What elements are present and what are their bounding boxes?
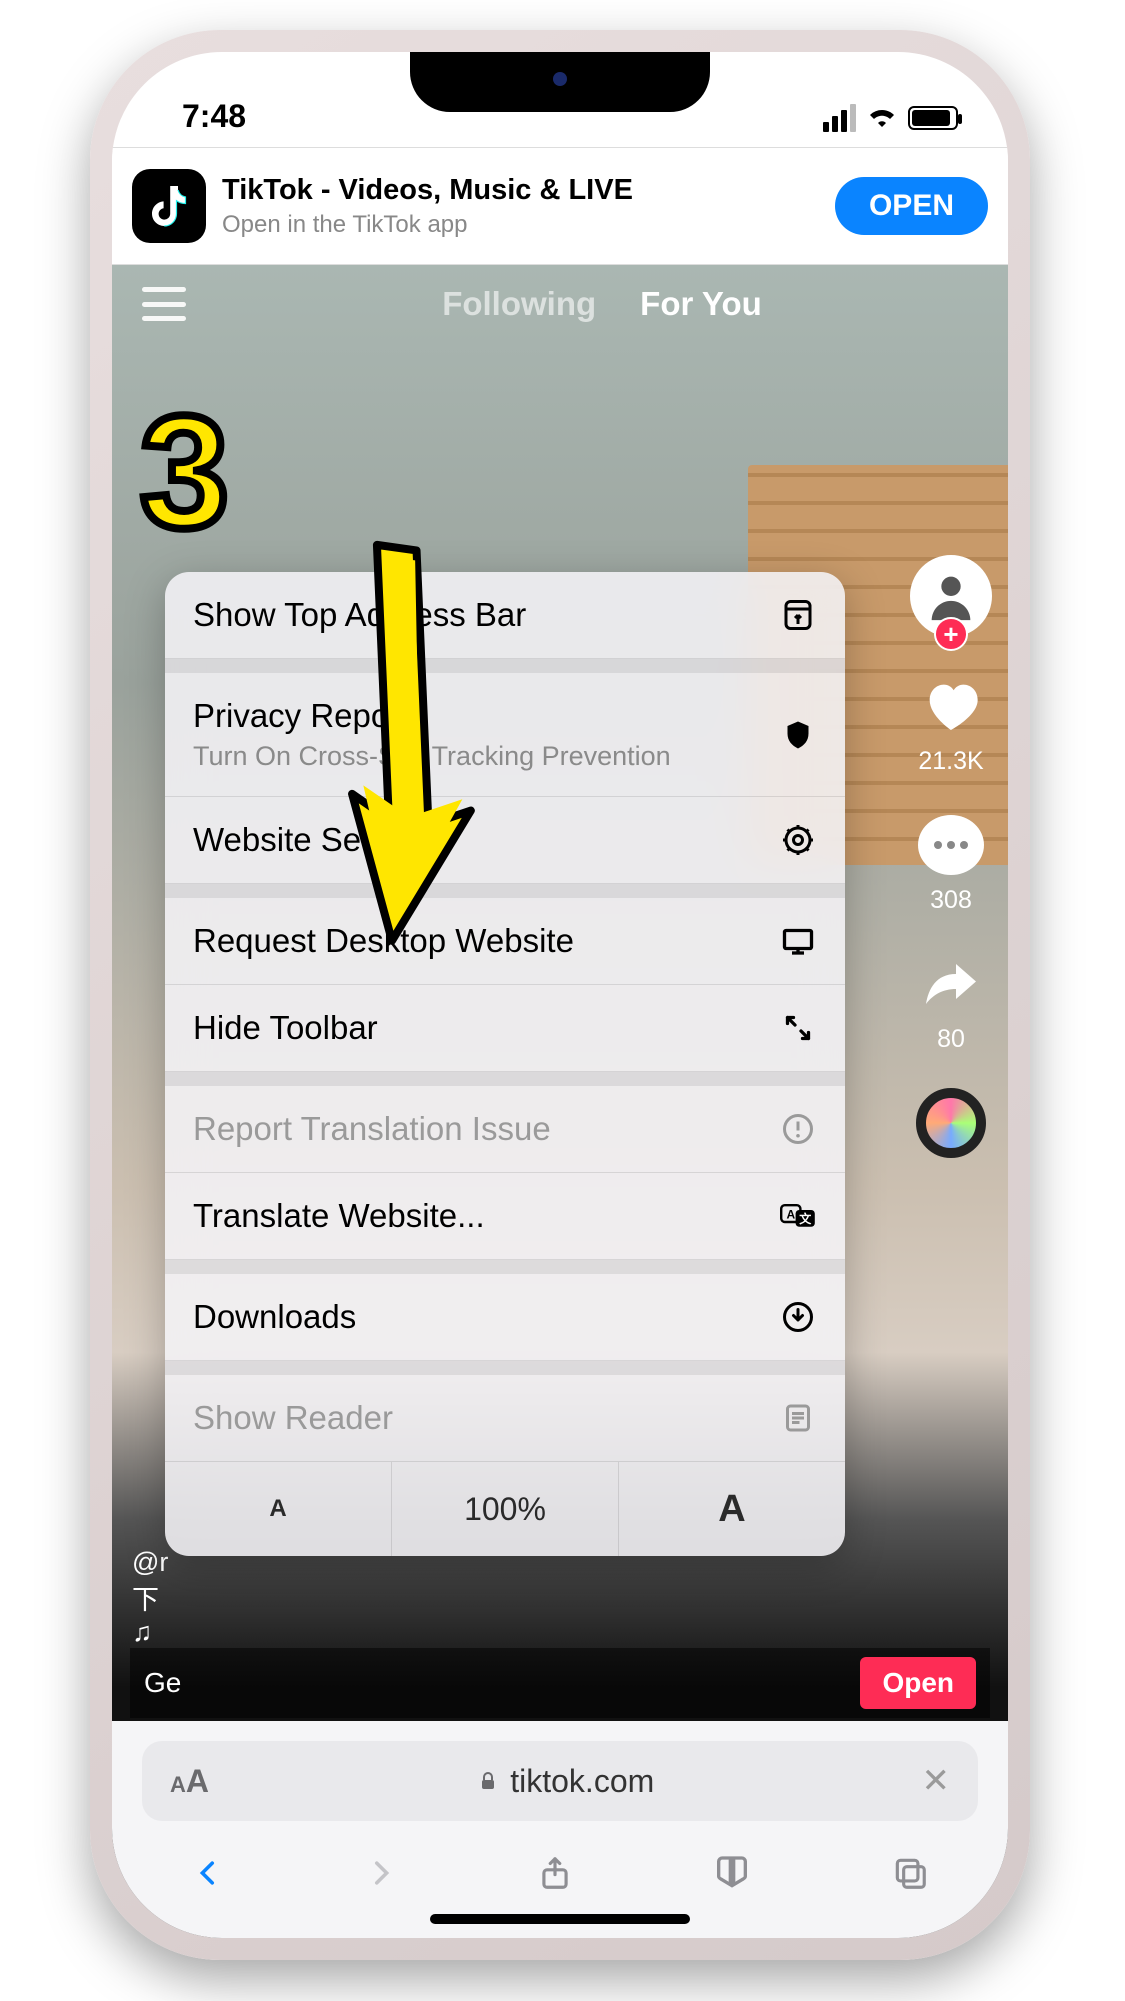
battery-icon (908, 106, 958, 130)
url-display: tiktok.com (476, 1763, 654, 1800)
sound-disc[interactable] (916, 1088, 986, 1158)
address-bar[interactable]: AA tiktok.com ✕ (142, 1741, 978, 1821)
svg-text:文: 文 (799, 1211, 812, 1226)
menu-privacy-report[interactable]: Privacy Report Turn On Cross-Site Tracki… (165, 673, 845, 797)
step-number-annotation: 3 (140, 380, 229, 564)
desktop-icon (779, 922, 817, 960)
zoom-controls: A 100% A (165, 1462, 845, 1556)
url-domain: tiktok.com (510, 1763, 654, 1800)
app-subtitle: Open in the TikTok app (222, 211, 819, 239)
gear-icon (779, 821, 817, 859)
safari-page-menu: Show Top Address Bar Privacy Report Turn… (165, 572, 845, 1556)
menu-label: Hide Toolbar (193, 1009, 378, 1047)
open-tiktok-button[interactable]: Open (860, 1657, 976, 1709)
shield-icon (779, 716, 817, 754)
menu-website-settings[interactable]: Website Settings (165, 797, 845, 884)
menu-label: Downloads (193, 1298, 356, 1336)
share-button-toolbar[interactable] (536, 1854, 574, 1897)
menu-translate[interactable]: Translate Website... A文 (165, 1173, 845, 1260)
get-app-banner: Ge Open (130, 1648, 990, 1718)
share-button[interactable]: 80 (916, 949, 986, 1054)
follow-plus-icon[interactable]: + (934, 617, 968, 651)
like-button[interactable]: 21.3K (916, 671, 986, 776)
home-indicator[interactable] (430, 1914, 690, 1924)
aa-button[interactable]: AA (170, 1763, 209, 1800)
cellular-icon (823, 104, 856, 132)
zoom-in-button[interactable]: A (619, 1462, 845, 1556)
like-count: 21.3K (918, 747, 983, 776)
app-info: TikTok - Videos, Music & LIVE Open in th… (222, 174, 819, 239)
camera-dot (553, 72, 567, 86)
menu-hide-toolbar[interactable]: Hide Toolbar (165, 985, 845, 1072)
caption-username[interactable]: @r (132, 1547, 168, 1578)
comment-button[interactable]: 308 (916, 810, 986, 915)
phone-screen: 7:48 TikTok - Videos, Music & LIVE Open … (112, 52, 1008, 1938)
lock-icon (476, 1769, 500, 1793)
menu-request-desktop[interactable]: Request Desktop Website (165, 898, 845, 985)
zoom-level: 100% (392, 1462, 619, 1556)
tab-following[interactable]: Following (442, 285, 596, 323)
comment-count: 308 (930, 886, 972, 915)
wifi-icon (866, 101, 898, 135)
bookmarks-button[interactable] (712, 1853, 752, 1898)
back-button[interactable] (191, 1856, 225, 1895)
addressbar-icon (779, 596, 817, 634)
menu-label: Translate Website... (193, 1197, 485, 1235)
safari-bottom-bar: AA tiktok.com ✕ (112, 1721, 1008, 1938)
comment-icon (916, 810, 986, 880)
share-count: 80 (937, 1025, 965, 1054)
reader-icon (779, 1399, 817, 1437)
menu-report-translation: Report Translation Issue (165, 1086, 845, 1173)
expand-icon (779, 1009, 817, 1047)
status-time: 7:48 (182, 98, 246, 135)
heart-icon (916, 671, 986, 741)
share-icon (916, 949, 986, 1019)
tabs-button[interactable] (891, 1854, 929, 1897)
tiktok-app-icon (132, 169, 206, 243)
close-menu-button[interactable]: ✕ (922, 1761, 951, 1801)
caption-music[interactable]: ♫ (132, 1617, 168, 1648)
download-icon (779, 1298, 817, 1336)
app-banner: TikTok - Videos, Music & LIVE Open in th… (112, 147, 1008, 265)
menu-show-reader: Show Reader (165, 1375, 845, 1462)
feed-tabs: Following For You (226, 285, 978, 323)
warning-icon (779, 1110, 817, 1148)
get-app-label: Ge (144, 1667, 181, 1699)
right-rail: + 21.3K 308 (910, 555, 992, 1158)
forward-button (364, 1856, 398, 1895)
menu-label: Show Reader (193, 1399, 393, 1437)
tiktok-nav: Following For You (112, 265, 1008, 343)
app-title: TikTok - Videos, Music & LIVE (222, 174, 819, 207)
arrow-annotation (300, 540, 500, 960)
menu-icon[interactable] (142, 287, 186, 321)
open-app-button[interactable]: OPEN (835, 177, 988, 235)
menu-downloads[interactable]: Downloads (165, 1274, 845, 1361)
status-icons (823, 101, 958, 135)
zoom-out-button[interactable]: A (165, 1462, 392, 1556)
menu-label: Report Translation Issue (193, 1110, 551, 1148)
notch (410, 52, 710, 112)
translate-icon: A文 (779, 1197, 817, 1235)
phone-frame: 7:48 TikTok - Videos, Music & LIVE Open … (90, 30, 1030, 1960)
svg-text:A: A (786, 1207, 795, 1221)
caption-text: 下 (132, 1578, 168, 1617)
video-caption: @r 下 ♫ (132, 1547, 168, 1648)
creator-avatar[interactable]: + (910, 555, 992, 637)
tab-for-you[interactable]: For You (640, 285, 762, 323)
menu-show-top-address-bar[interactable]: Show Top Address Bar (165, 572, 845, 659)
